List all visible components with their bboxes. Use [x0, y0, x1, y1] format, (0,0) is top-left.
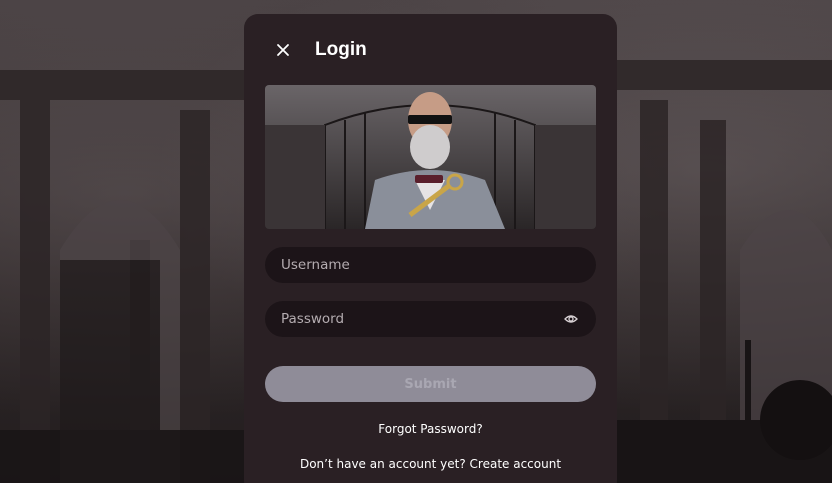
- password-field: [265, 301, 596, 337]
- eye-icon-glyph: [564, 315, 578, 323]
- modal-title: Login: [315, 38, 367, 60]
- modal-header: Login: [265, 14, 596, 85]
- signup-prompt-text: Don’t have an account yet?: [299, 457, 466, 471]
- forgot-password-link[interactable]: Forgot Password?: [265, 422, 596, 436]
- close-icon-glyph: [277, 43, 289, 56]
- login-modal: Login Username Submit Forgot Password? D…: [244, 14, 617, 483]
- username-field: [265, 247, 596, 283]
- username-input[interactable]: [281, 257, 580, 273]
- signup-prompt: Don’t have an account yet? Create accoun…: [265, 457, 596, 471]
- close-icon[interactable]: [272, 39, 294, 61]
- submit-button[interactable]: Submit: [265, 366, 596, 402]
- eye-icon[interactable]: [562, 310, 580, 328]
- password-input[interactable]: [281, 311, 562, 327]
- create-account-link[interactable]: Create account: [470, 457, 562, 471]
- man-with-key-image: [265, 85, 596, 229]
- hero-illustration: [265, 85, 596, 229]
